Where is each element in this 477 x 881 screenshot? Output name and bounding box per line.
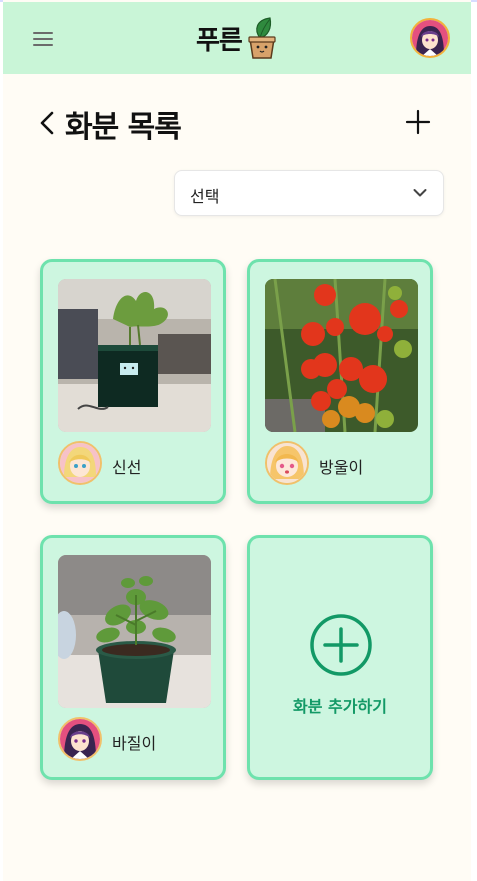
plant-card[interactable]: 방울이 <box>247 259 433 504</box>
filter-select[interactable]: 선택 <box>174 170 444 216</box>
plant-name: 방울이 <box>319 458 364 477</box>
logo-text: 푸른 <box>196 25 243 56</box>
select-value: 선택 <box>190 187 220 206</box>
plant-device-photo <box>58 279 211 432</box>
plant-card[interactable]: 바질이 <box>40 535 226 780</box>
cherry-tomato-photo <box>265 279 418 432</box>
potted-plant-icon <box>248 17 276 59</box>
plant-card[interactable]: 신선 <box>40 259 226 504</box>
add-plant-card[interactable]: 화분 추가하기 <box>247 535 433 780</box>
plant-name: 신선 <box>112 458 142 477</box>
hamburger-menu-icon[interactable] <box>33 29 57 49</box>
user-avatar[interactable] <box>410 18 450 58</box>
chevron-left-icon[interactable] <box>38 110 56 136</box>
plant-avatar <box>58 717 102 761</box>
plus-icon[interactable] <box>405 109 431 135</box>
app-logo[interactable]: 푸른 <box>196 16 280 60</box>
add-plant-label: 화분 추가하기 <box>293 697 387 716</box>
plant-avatar <box>265 441 309 485</box>
chevron-down-icon <box>413 189 427 197</box>
page-title: 화분 목록 <box>65 110 182 145</box>
basil-pot-photo <box>58 555 211 708</box>
plus-circle-icon <box>310 614 372 676</box>
plant-name: 바질이 <box>112 734 157 753</box>
plant-avatar <box>58 441 102 485</box>
app-header: 푸른 <box>3 2 471 74</box>
